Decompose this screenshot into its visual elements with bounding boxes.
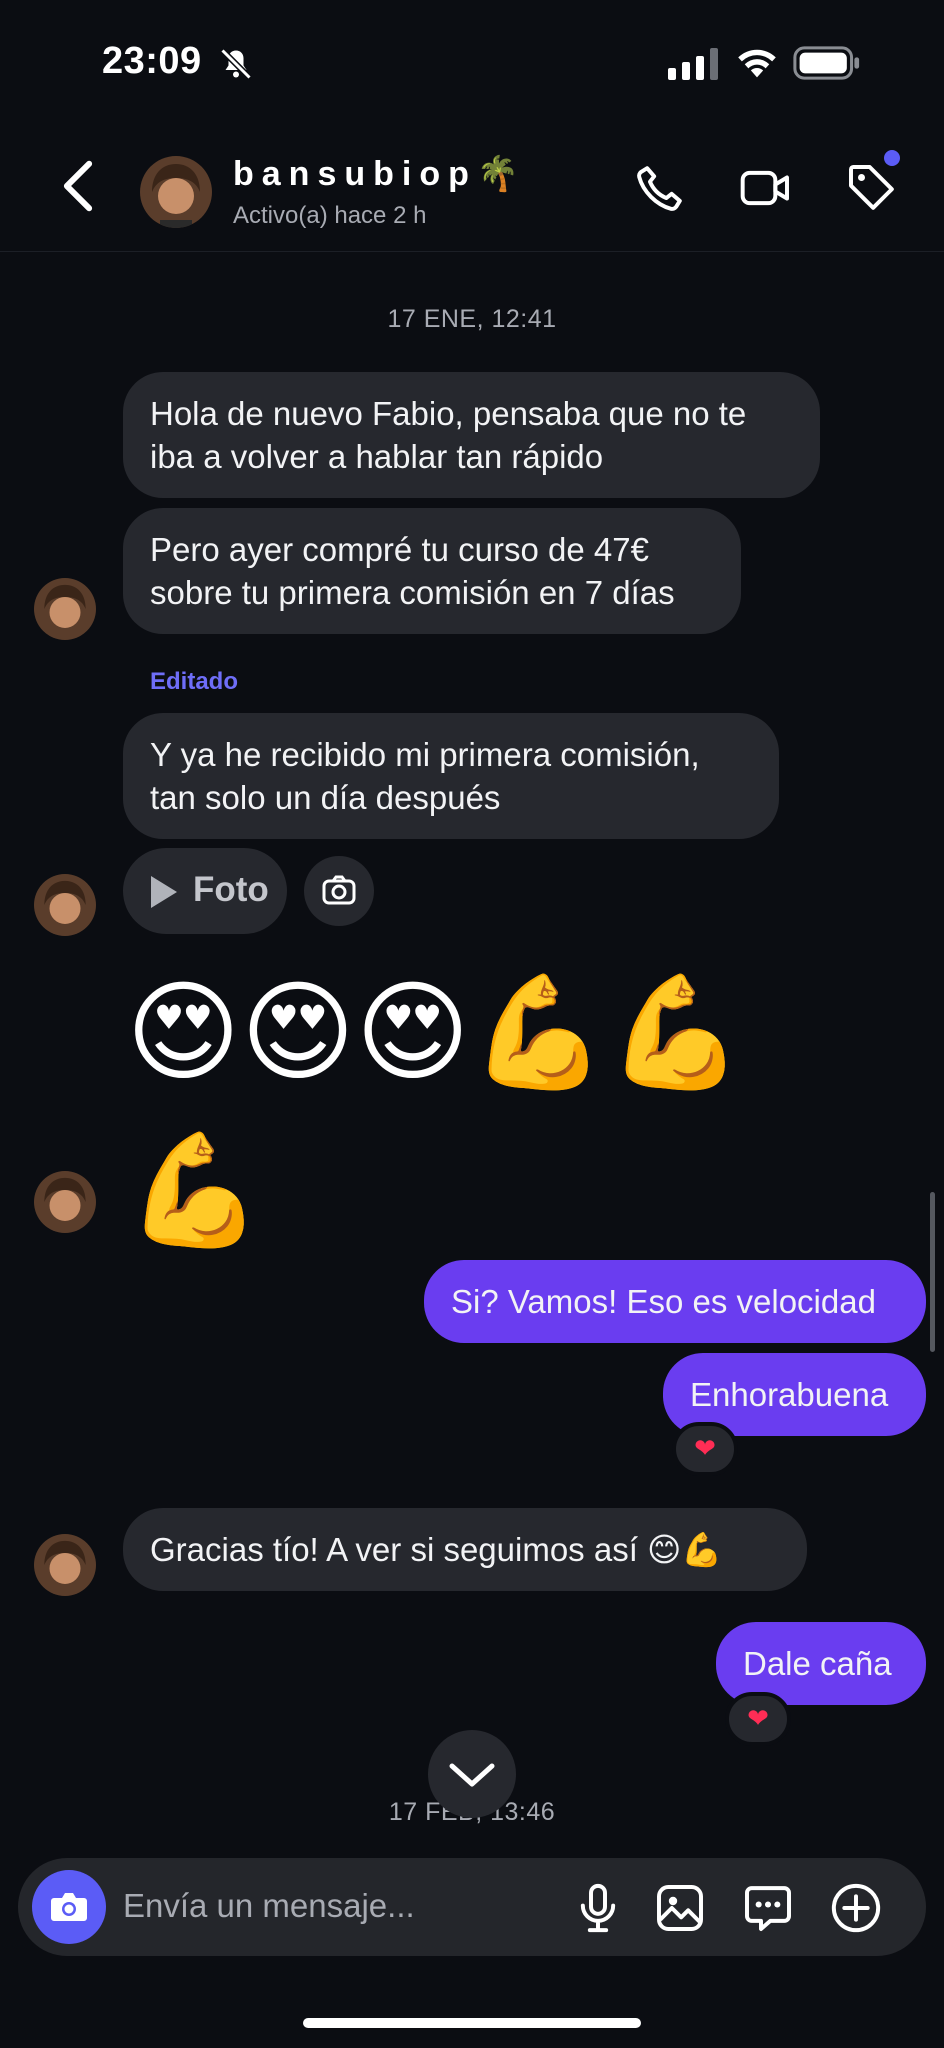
scrollbar[interactable] <box>930 1192 935 1352</box>
video-call-icon[interactable] <box>738 160 794 216</box>
view-photo-button[interactable]: Foto <box>123 848 287 934</box>
avatar-image <box>34 1171 96 1233</box>
bell-slash-icon <box>220 48 252 80</box>
sender-avatar[interactable] <box>34 1171 96 1233</box>
gallery-icon[interactable] <box>652 1880 708 1936</box>
photo-camera-button[interactable] <box>304 856 374 926</box>
status-bar: 23:09 <box>0 0 944 120</box>
status-time: 23:09 <box>102 40 202 82</box>
emoji-message[interactable]: 💪 <box>126 1130 263 1250</box>
camera-button[interactable] <box>32 1870 106 1944</box>
phone-call-icon[interactable] <box>632 160 688 216</box>
tag-icon[interactable] <box>844 160 900 216</box>
contact-avatar[interactable] <box>140 156 212 228</box>
message-input[interactable] <box>123 1880 563 1932</box>
emoji-message[interactable]: 😍😍😍💪💪 <box>126 972 744 1092</box>
cellular-signal-icon <box>668 48 718 80</box>
photo-label: Foto <box>193 870 269 909</box>
add-plus-icon[interactable] <box>828 1880 884 1936</box>
battery-icon <box>793 46 860 80</box>
avatar-image <box>34 874 96 936</box>
chevron-down-icon <box>449 1763 495 1787</box>
date-separator: 17 ENE, 12:41 <box>387 305 557 333</box>
avatar-image <box>140 156 212 228</box>
back-arrow-icon[interactable] <box>58 160 98 212</box>
message-composer <box>18 1858 926 1956</box>
incoming-message[interactable]: Hola de nuevo Fabio, pensaba que no te i… <box>123 372 820 498</box>
incoming-message[interactable]: Y ya he recibido mi primera comisión, ta… <box>123 713 779 839</box>
edited-label: Editado <box>150 668 238 695</box>
contact-activity-status: Activo(a) hace 2 h <box>233 202 427 229</box>
avatar-image <box>34 1534 96 1596</box>
sender-avatar[interactable] <box>34 1534 96 1596</box>
avatar-image <box>34 578 96 640</box>
sender-avatar[interactable] <box>34 874 96 936</box>
chat-bubble-icon[interactable] <box>740 1880 796 1936</box>
wifi-icon <box>738 49 776 78</box>
heart-reaction[interactable]: ❤ <box>725 1692 791 1746</box>
camera-icon <box>322 875 356 905</box>
contact-name[interactable]: bansubiop🌴 <box>233 154 527 194</box>
play-icon <box>151 876 177 908</box>
scroll-to-bottom-button[interactable] <box>428 1730 516 1818</box>
incoming-message[interactable]: Gracias tío! A ver si seguimos así 😊💪 <box>123 1508 807 1591</box>
incoming-message[interactable]: Pero ayer compré tu curso de 47€ sobre t… <box>123 508 741 634</box>
outgoing-message[interactable]: Si? Vamos! Eso es velocidad <box>424 1260 926 1343</box>
camera-icon <box>51 1893 87 1921</box>
home-indicator[interactable] <box>303 2018 641 2028</box>
sender-avatar[interactable] <box>34 578 96 640</box>
microphone-icon[interactable] <box>570 1880 626 1936</box>
chat-header: bansubiop🌴 Activo(a) hace 2 h <box>0 120 944 252</box>
heart-reaction[interactable]: ❤ <box>672 1422 738 1476</box>
notification-dot <box>884 150 900 166</box>
